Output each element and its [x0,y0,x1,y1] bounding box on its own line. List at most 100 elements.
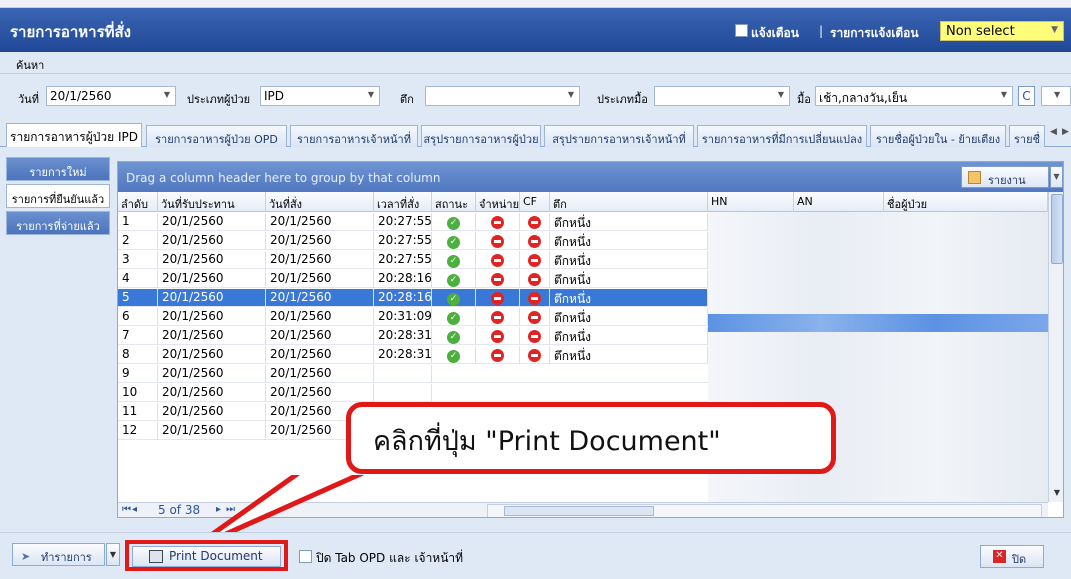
close-label: ปิด [1012,553,1027,566]
status-ok-icon: ✓ [432,346,476,364]
meal-type-label: ประเภทมื้อ [597,93,648,106]
cell-order-date: 20/1/2560 [266,213,374,231]
extra-dropdown[interactable]: ▼ [1041,86,1071,106]
cell-no: 1 [118,213,158,231]
side-tab-paid[interactable]: รายการที่จ่ายแล้ว [6,211,110,235]
chevron-down-icon: ▼ [1054,90,1061,99]
col-header-order-date[interactable]: วันที่สั่ง [266,192,374,212]
cell-order-date: 20/1/2560 [266,346,374,364]
title-bar: รายการอาหารที่สั่ง แจ้งเตือน | รายการแจ้… [0,8,1071,52]
cell-eat-date: 20/1/2560 [158,422,266,440]
patient-type-select[interactable]: IPD ▼ [260,86,380,106]
cell-eat-date: 20/1/2560 [158,308,266,326]
col-header-an[interactable]: AN [794,192,884,212]
close-button[interactable]: ✕ ปิด [980,545,1044,568]
scroll-down-icon[interactable]: ▼ [1051,488,1063,500]
cf-no-icon [520,213,550,231]
tab-opd-food[interactable]: รายการอาหารผู้ป่วย OPD [146,125,287,147]
status-ok-icon: ✓ [432,308,476,326]
meal-value: เช้า,กลางวัน,เย็น [819,91,908,105]
cf-no-icon [520,289,550,307]
chevron-down-icon: ▼ [1000,90,1007,99]
cell-eat-date: 20/1/2560 [158,251,266,269]
notify-select[interactable]: Non select ▼ [940,21,1064,41]
grid-header: ลำดับ วันที่รับประทาน วันที่สั่ง เวลาที่… [118,192,1048,212]
meal-type-select[interactable]: ▼ [654,86,790,106]
tab-scroll-left-icon[interactable]: ◀ [1050,127,1057,137]
cell-order-date: 20/1/2560 [266,308,374,326]
group-hint: Drag a column header here to group by th… [126,171,441,185]
col-header-no[interactable]: ลำดับ [118,192,158,212]
cf-no-icon [520,232,550,250]
search-section-header[interactable]: ค้นหา [0,52,1071,74]
first-page-icon[interactable]: ⏮ [122,504,131,515]
chevron-down-icon: ▼ [367,90,374,99]
cell-time: 20:27:55 [374,232,432,250]
action-dropdown[interactable]: ▼ [106,543,120,566]
cell-eat-date: 20/1/2560 [158,270,266,288]
date-label: วันที่ [18,93,39,106]
chevron-down-icon: ▼ [777,90,784,99]
status-ok-icon: ✓ [432,232,476,250]
cell-order-date: 20/1/2560 [266,327,374,345]
blurred-selected-patient-info [708,314,1048,332]
col-header-discharge[interactable]: จำหน่าย [476,192,520,212]
col-header-eat-date[interactable]: วันที่รับประทาน [158,192,266,212]
cell-ward: ตึกหนึ่ง [550,232,708,250]
notify-checkbox[interactable] [735,24,748,37]
tab-staff-summary[interactable]: สรุปรายการอาหารเจ้าหน้าที่ [544,125,694,147]
report-icon [968,171,981,184]
ward-select[interactable]: ▼ [425,86,580,106]
col-header-status[interactable]: สถานะ [432,192,476,212]
cell-time: 20:28:31 [374,327,432,345]
cell-eat-date: 20/1/2560 [158,289,266,307]
cell-no: 2 [118,232,158,250]
tab-changed-items[interactable]: รายการอาหารที่มีการเปลี่ยนแปลง [697,125,867,147]
discharge-no-icon [476,270,520,288]
tab-patient-summary[interactable]: สรุปรายการอาหารผู้ป่วย [421,125,541,147]
status-ok-icon: ✓ [432,213,476,231]
cf-no-icon [520,270,550,288]
tab-scroll-right-icon[interactable]: ▶ [1062,127,1069,137]
action-button[interactable]: ➤ ทำรายการ [12,543,105,566]
prev-page-icon[interactable]: ◂ [132,504,137,515]
report-dropdown[interactable]: ▼ [1050,166,1063,188]
notify-select-value: Non select [946,24,1015,39]
col-header-time[interactable]: เวลาที่สั่ง [374,192,432,212]
cell-order-date: 20/1/2560 [266,365,374,383]
cell-ward: ตึกหนึ่ง [550,270,708,288]
date-picker[interactable]: 20/1/2560 ▼ [46,86,176,106]
horizontal-scroll-thumb[interactable] [504,506,654,516]
col-header-patient-name[interactable]: ชื่อผู้ป่วย [884,192,1048,212]
print-highlight: Print Document [125,540,288,571]
meal-label: มื้อ [797,93,811,106]
tab-more[interactable]: รายชื่ [1009,125,1045,147]
report-button[interactable]: รายงาน [961,166,1049,188]
meal-select[interactable]: เช้า,กลางวัน,เย็น ▼ [815,86,1013,106]
horizontal-scrollbar[interactable] [487,504,1042,517]
col-header-ward[interactable]: ตึก [550,192,708,212]
cell-order-date: 20/1/2560 [266,384,374,402]
tab-ipd-food[interactable]: รายการอาหารผู้ป่วย IPD [6,123,142,148]
notify-label: แจ้งเตือน [751,26,799,40]
group-panel[interactable]: Drag a column header here to group by th… [118,162,1063,192]
vertical-scroll-thumb[interactable] [1051,194,1063,264]
cell-no: 8 [118,346,158,364]
side-tab-new[interactable]: รายการใหม่ [6,157,110,181]
close-tab-checkbox[interactable] [299,550,312,563]
cell-eat-date: 20/1/2560 [158,384,266,402]
side-tab-confirmed[interactable]: รายการที่ยืนยันแล้ว [6,184,110,208]
tab-staff-food[interactable]: รายการอาหารเจ้าหน้าที่ [290,125,418,147]
print-document-button[interactable]: Print Document [132,546,281,567]
cell-eat-date: 20/1/2560 [158,327,266,345]
col-header-hn[interactable]: HN [708,192,794,212]
c-button[interactable]: C [1018,86,1035,106]
vertical-scrollbar[interactable]: ▼ [1048,192,1063,502]
col-header-cf[interactable]: CF [520,192,550,212]
cell-time: 20:27:55 [374,213,432,231]
window-title: รายการอาหารที่สั่ง [10,23,131,41]
cell-no: 11 [118,403,158,421]
tab-inpatient-move[interactable]: รายชื่อผู้ป่วยใน - ย้ายเตียง [870,125,1006,147]
bottom-toolbar: ➤ ทำรายการ ▼ Print Document ปิด Tab OPD … [0,532,1071,579]
discharge-no-icon [476,346,520,364]
